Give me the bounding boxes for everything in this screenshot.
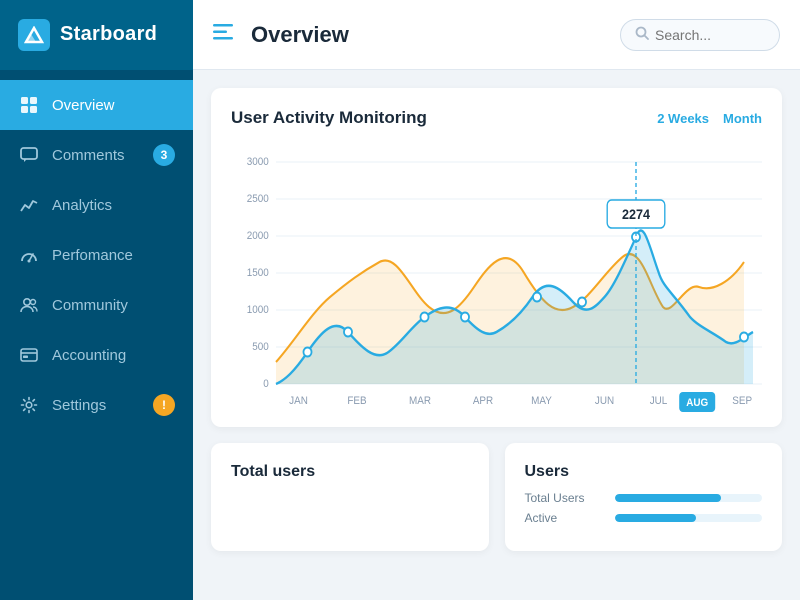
svg-text:500: 500	[252, 342, 269, 354]
logo-area: Starboard	[0, 0, 193, 70]
svg-text:0: 0	[263, 379, 269, 391]
svg-text:1500: 1500	[247, 268, 269, 280]
svg-text:2500: 2500	[247, 194, 269, 206]
app-name: Starboard	[60, 23, 157, 46]
sidebar-label-accounting: Accounting	[52, 347, 126, 364]
comment-icon	[18, 144, 40, 166]
main-layout: Overview Comments 3 Analytics	[0, 70, 800, 600]
stat-row-total: Total Users	[525, 491, 763, 505]
svg-text:JAN: JAN	[289, 396, 308, 408]
chart-tab-month[interactable]: Month	[723, 111, 762, 126]
logo-icon	[18, 19, 50, 51]
sidebar-label-overview: Overview	[52, 97, 115, 114]
topbar: Starboard Overview	[0, 0, 800, 70]
comments-badge: 3	[153, 144, 175, 166]
stat-label-active: Active	[525, 511, 605, 525]
gauge-icon	[18, 244, 40, 266]
svg-text:2000: 2000	[247, 231, 269, 243]
topbar-left: Overview	[193, 22, 600, 48]
chart-tabs: 2 Weeks Month	[657, 111, 762, 126]
total-users-card: Total users	[211, 443, 489, 551]
gear-icon	[18, 394, 40, 416]
sidebar-item-comments[interactable]: Comments 3	[0, 130, 193, 180]
sidebar-item-settings[interactable]: Settings !	[0, 380, 193, 430]
users-stats-card: Users Total Users Active	[505, 443, 783, 551]
sidebar-label-settings: Settings	[52, 397, 106, 414]
stat-bar-track-active	[615, 514, 763, 522]
chart-line-icon	[18, 194, 40, 216]
stat-bar-track-total	[615, 494, 763, 502]
chart-card: User Activity Monitoring 2 Weeks Month	[211, 88, 782, 427]
grid-icon	[18, 94, 40, 116]
search-icon	[635, 26, 649, 44]
chart-tab-2weeks[interactable]: 2 Weeks	[657, 111, 709, 126]
page-title: Overview	[251, 22, 349, 48]
sidebar-label-comments: Comments	[52, 147, 125, 164]
chart-header: User Activity Monitoring 2 Weeks Month	[231, 108, 762, 128]
stat-row-active: Active	[525, 511, 763, 525]
sidebar-item-community[interactable]: Community	[0, 280, 193, 330]
topbar-right	[600, 19, 800, 51]
svg-text:JUN: JUN	[595, 396, 614, 408]
svg-text:FEB: FEB	[347, 396, 366, 408]
users-icon	[18, 294, 40, 316]
svg-text:SEP: SEP	[732, 396, 752, 408]
sidebar: Overview Comments 3 Analytics	[0, 70, 193, 600]
sidebar-item-accounting[interactable]: Accounting	[0, 330, 193, 380]
menu-icon[interactable]	[213, 23, 233, 46]
search-box[interactable]	[620, 19, 780, 51]
stat-label-total: Total Users	[525, 491, 605, 505]
sidebar-item-analytics[interactable]: Analytics	[0, 180, 193, 230]
chart-svg-container: 3000 2500 2000 1500 1000 500 0	[231, 142, 762, 417]
svg-text:MAY: MAY	[531, 396, 552, 408]
sidebar-label-community: Community	[52, 297, 128, 314]
search-input[interactable]	[655, 27, 765, 43]
svg-text:2274: 2274	[622, 206, 651, 222]
content-area: User Activity Monitoring 2 Weeks Month	[193, 70, 800, 600]
stat-bar-fill-active	[615, 514, 696, 522]
sidebar-item-overview[interactable]: Overview	[0, 80, 193, 130]
svg-text:AUG: AUG	[686, 398, 708, 410]
sidebar-label-performance: Perfomance	[52, 247, 133, 264]
stat-bar-fill-total	[615, 494, 721, 502]
users-stats-title: Users	[525, 463, 763, 481]
settings-badge: !	[153, 394, 175, 416]
bottom-row: Total users Users Total Users Active	[211, 443, 782, 551]
svg-text:APR: APR	[473, 396, 494, 408]
sidebar-label-analytics: Analytics	[52, 197, 112, 214]
total-users-title: Total users	[231, 463, 469, 481]
credit-card-icon	[18, 344, 40, 366]
svg-text:3000: 3000	[247, 157, 269, 169]
sidebar-item-performance[interactable]: Perfomance	[0, 230, 193, 280]
svg-text:1000: 1000	[247, 305, 269, 317]
svg-text:JUL: JUL	[650, 396, 668, 408]
activity-chart: 3000 2500 2000 1500 1000 500 0	[231, 142, 762, 412]
chart-title: User Activity Monitoring	[231, 108, 427, 128]
svg-text:MAR: MAR	[409, 396, 431, 408]
